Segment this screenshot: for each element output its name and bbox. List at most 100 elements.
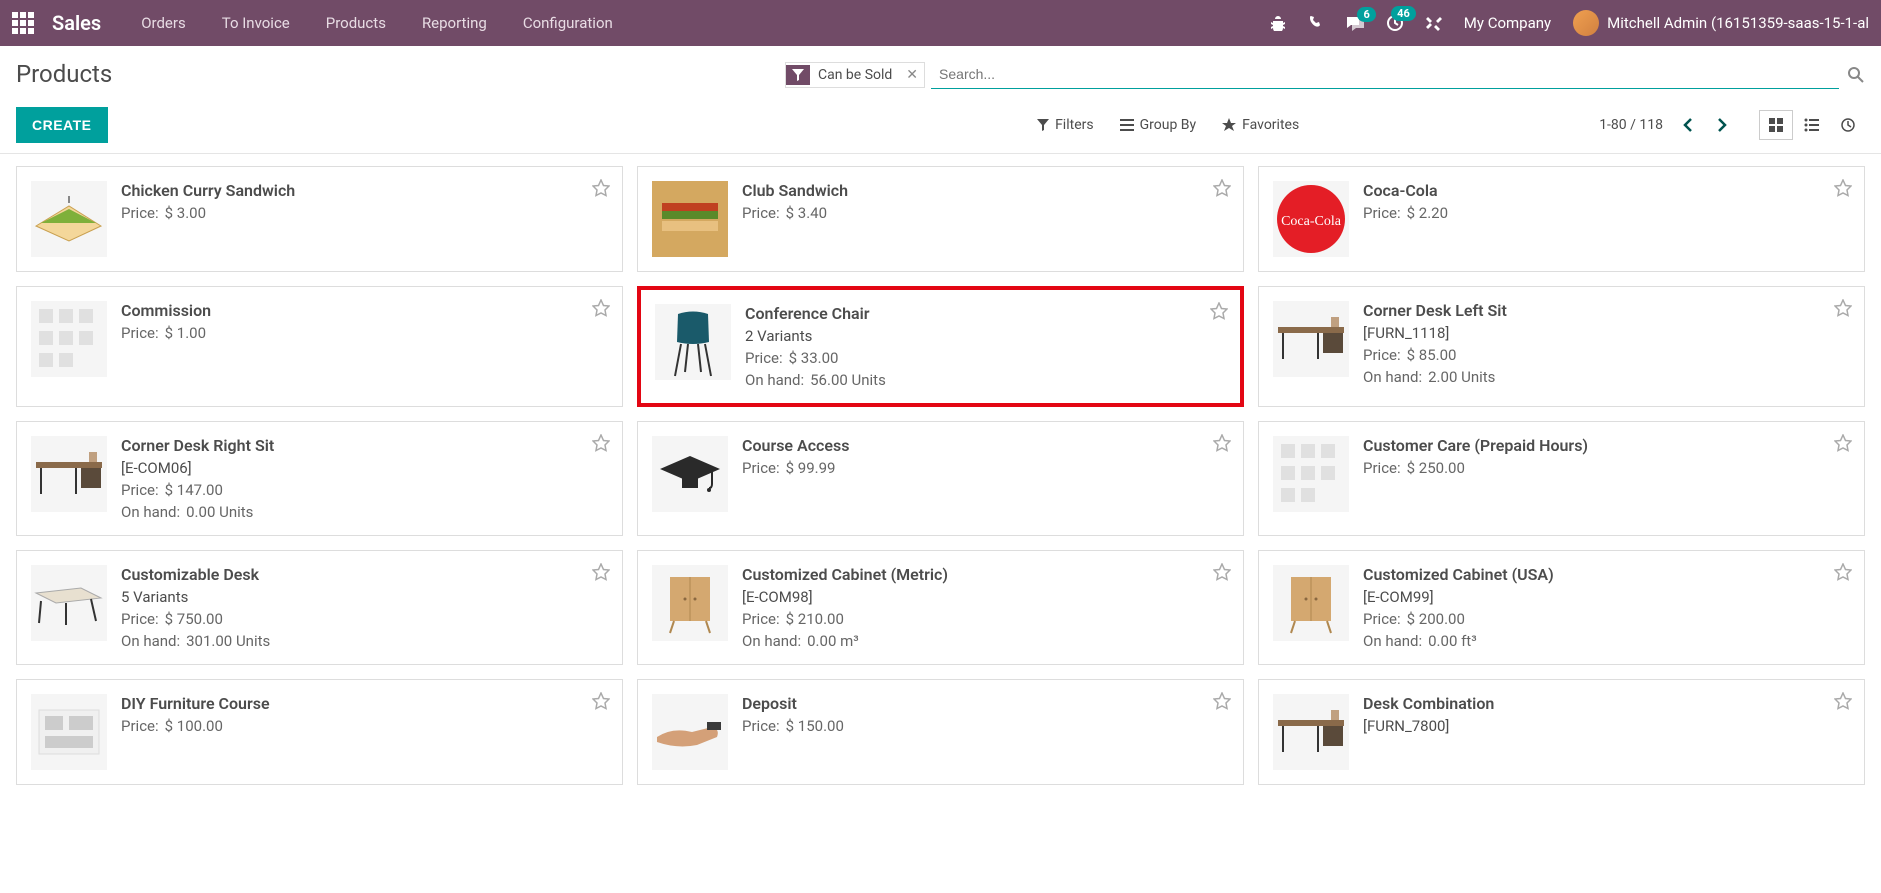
phone-icon[interactable]: [1308, 15, 1324, 31]
product-price: Price:$ 147.00: [121, 481, 608, 499]
list-view-button[interactable]: [1795, 110, 1829, 140]
tools-icon[interactable]: [1426, 15, 1442, 31]
product-price: Price:$ 200.00: [1363, 610, 1850, 628]
product-card[interactable]: Deposit Price:$ 150.00: [637, 679, 1244, 785]
kanban-view: Chicken Curry SandwichPrice:$ 3.00 Club …: [0, 154, 1881, 797]
create-button[interactable]: CREATE: [16, 107, 108, 143]
product-card[interactable]: Course AccessPrice:$ 99.99: [637, 421, 1244, 536]
product-image: Coca-Cola: [1273, 181, 1349, 257]
product-image: [1273, 301, 1349, 377]
pager-next[interactable]: [1713, 114, 1731, 136]
product-body: Chicken Curry SandwichPrice:$ 3.00: [121, 181, 608, 257]
product-card[interactable]: Coca-Cola Coca-Cola Price:$ 2.20: [1258, 166, 1865, 272]
product-card[interactable]: Corner Desk Right Sit[E-COM06]Price:$ 14…: [16, 421, 623, 536]
product-onhand: On hand:56.00 Units: [745, 371, 1226, 389]
activity-icon[interactable]: 46: [1386, 14, 1404, 32]
pager-text: 1-80 / 118: [1599, 117, 1663, 133]
product-body: Conference Chair2 VariantsPrice:$ 33.00O…: [745, 304, 1226, 389]
company-switcher[interactable]: My Company: [1464, 14, 1551, 32]
product-image: [652, 181, 728, 257]
star-icon[interactable]: [592, 299, 610, 317]
product-price: Price:$ 85.00: [1363, 346, 1850, 364]
search-icon[interactable]: [1847, 66, 1865, 84]
product-ref: [E-COM98]: [742, 588, 1229, 606]
search-input[interactable]: [931, 60, 1839, 89]
activity-view-button[interactable]: [1831, 110, 1865, 140]
nav-reporting[interactable]: Reporting: [422, 14, 487, 32]
product-body: Coca-Cola Price:$ 2.20: [1363, 181, 1850, 257]
product-price: Price:$ 3.00: [121, 204, 608, 222]
product-card[interactable]: Customer Care (Prepaid Hours)Price:$ 250…: [1258, 421, 1865, 536]
kanban-view-button[interactable]: [1759, 110, 1793, 140]
star-icon[interactable]: [1834, 563, 1852, 581]
page-title: Products: [16, 60, 112, 88]
filters-button[interactable]: Filters: [1037, 117, 1094, 133]
product-name: Customized Cabinet (USA): [1363, 565, 1850, 584]
control-panel: Products Can be Sold ✕ CREATE Filters Gr…: [0, 46, 1881, 154]
groupby-button[interactable]: Group By: [1120, 117, 1197, 133]
product-ref: [FURN_1118]: [1363, 324, 1850, 342]
product-name: Commission: [121, 301, 608, 320]
product-image: [1273, 436, 1349, 512]
product-card[interactable]: Customizable Desk5 VariantsPrice:$ 750.0…: [16, 550, 623, 665]
product-card[interactable]: Desk Combination[FURN_7800]: [1258, 679, 1865, 785]
product-image: [655, 304, 731, 380]
product-body: Club SandwichPrice:$ 3.40: [742, 181, 1229, 257]
product-body: Desk Combination[FURN_7800]: [1363, 694, 1850, 770]
star-icon[interactable]: [1213, 563, 1231, 581]
product-card[interactable]: Corner Desk Left Sit[FURN_1118]Price:$ 8…: [1258, 286, 1865, 407]
star-icon[interactable]: [1834, 299, 1852, 317]
star-icon[interactable]: [1834, 434, 1852, 452]
star-icon[interactable]: [592, 563, 610, 581]
user-menu[interactable]: Mitchell Admin (16151359-saas-15-1-al: [1573, 10, 1869, 36]
product-name: Deposit: [742, 694, 1229, 713]
nav-to-invoice[interactable]: To Invoice: [222, 14, 290, 32]
product-image: [652, 565, 728, 641]
close-icon[interactable]: ✕: [900, 67, 924, 83]
product-body: Corner Desk Right Sit[E-COM06]Price:$ 14…: [121, 436, 608, 521]
product-body: Course AccessPrice:$ 99.99: [742, 436, 1229, 521]
filter-chip[interactable]: Can be Sold ✕: [785, 62, 925, 88]
product-card[interactable]: DIY Furniture CoursePrice:$ 100.00: [16, 679, 623, 785]
star-icon[interactable]: [592, 179, 610, 197]
product-image: [31, 436, 107, 512]
messaging-badge: 6: [1357, 7, 1375, 22]
brand[interactable]: Sales: [52, 11, 101, 35]
nav-configuration[interactable]: Configuration: [523, 14, 613, 32]
star-icon[interactable]: [1834, 692, 1852, 710]
product-price: Price:$ 2.20: [1363, 204, 1850, 222]
nav-products[interactable]: Products: [326, 14, 386, 32]
product-name: Coca-Cola: [1363, 181, 1850, 200]
product-name: Customized Cabinet (Metric): [742, 565, 1229, 584]
star-icon[interactable]: [592, 434, 610, 452]
product-image: [652, 694, 728, 770]
product-name: Club Sandwich: [742, 181, 1229, 200]
favorites-button[interactable]: Favorites: [1222, 117, 1299, 133]
product-price: Price:$ 150.00: [742, 717, 1229, 735]
avatar: [1573, 10, 1599, 36]
product-card[interactable]: Customized Cabinet (USA)[E-COM99]Price:$…: [1258, 550, 1865, 665]
product-body: DIY Furniture CoursePrice:$ 100.00: [121, 694, 608, 770]
star-icon[interactable]: [1213, 692, 1231, 710]
star-icon[interactable]: [1213, 434, 1231, 452]
product-card[interactable]: Chicken Curry SandwichPrice:$ 3.00: [16, 166, 623, 272]
bug-icon[interactable]: [1270, 15, 1286, 31]
product-variants: 2 Variants: [745, 327, 1226, 345]
product-card[interactable]: Club SandwichPrice:$ 3.40: [637, 166, 1244, 272]
product-card[interactable]: CommissionPrice:$ 1.00: [16, 286, 623, 407]
pager-prev[interactable]: [1679, 114, 1697, 136]
apps-icon[interactable]: [12, 12, 34, 34]
star-icon[interactable]: [1213, 179, 1231, 197]
product-card[interactable]: Conference Chair2 VariantsPrice:$ 33.00O…: [637, 286, 1244, 407]
product-image: [652, 436, 728, 512]
star-icon[interactable]: [1834, 179, 1852, 197]
product-card[interactable]: Customized Cabinet (Metric)[E-COM98]Pric…: [637, 550, 1244, 665]
product-name: DIY Furniture Course: [121, 694, 608, 713]
product-image: [1273, 694, 1349, 770]
product-body: Customized Cabinet (Metric)[E-COM98]Pric…: [742, 565, 1229, 650]
star-icon[interactable]: [592, 692, 610, 710]
messaging-icon[interactable]: 6: [1346, 15, 1364, 31]
nav-orders[interactable]: Orders: [141, 14, 186, 32]
star-icon[interactable]: [1210, 302, 1228, 320]
search-options: Filters Group By Favorites: [1037, 117, 1299, 133]
